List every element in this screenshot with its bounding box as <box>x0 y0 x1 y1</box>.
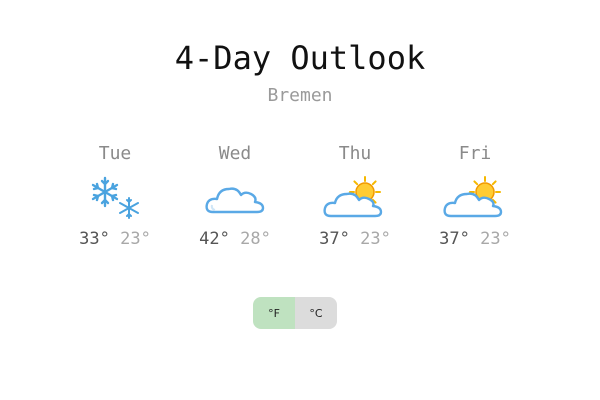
temperature-range: 37° 23° <box>415 228 535 250</box>
celsius-button[interactable]: °C <box>295 297 337 329</box>
unit-toggle: °F °C <box>253 297 337 329</box>
snowflake-icon <box>91 176 139 219</box>
city-name: Bremen <box>267 85 333 106</box>
low-temp: 28° <box>240 229 271 249</box>
forecast-day: Tue 33° 23° <box>55 142 175 262</box>
high-temp: 37° <box>319 229 350 249</box>
forecast-row: Tue 33° 23° Wed 42° 28° Thu 37° 23° Fri … <box>55 142 535 262</box>
high-temp: 42° <box>199 229 230 249</box>
high-temp: 37° <box>439 229 470 249</box>
day-name: Tue <box>98 143 132 164</box>
low-temp: 23° <box>360 229 391 249</box>
partly-sunny-icon <box>443 176 503 218</box>
low-temp: 23° <box>480 229 511 249</box>
high-temp: 33° <box>79 229 110 249</box>
partly-sunny-icon <box>323 176 383 218</box>
forecast-day: Fri 37° 23° <box>415 142 535 262</box>
temperature-range: 37° 23° <box>295 228 415 250</box>
day-name: Fri <box>458 143 492 164</box>
temperature-range: 42° 28° <box>175 228 295 250</box>
day-name: Thu <box>338 143 372 164</box>
forecast-day: Wed 42° 28° <box>175 142 295 262</box>
fahrenheit-button[interactable]: °F <box>253 297 295 329</box>
page-title: 4-Day Outlook <box>174 39 426 77</box>
low-temp: 23° <box>120 229 151 249</box>
day-name: Wed <box>218 143 252 164</box>
temperature-range: 33° 23° <box>55 228 175 250</box>
forecast-day: Thu 37° 23° <box>295 142 415 262</box>
cloud-icon <box>205 187 265 214</box>
